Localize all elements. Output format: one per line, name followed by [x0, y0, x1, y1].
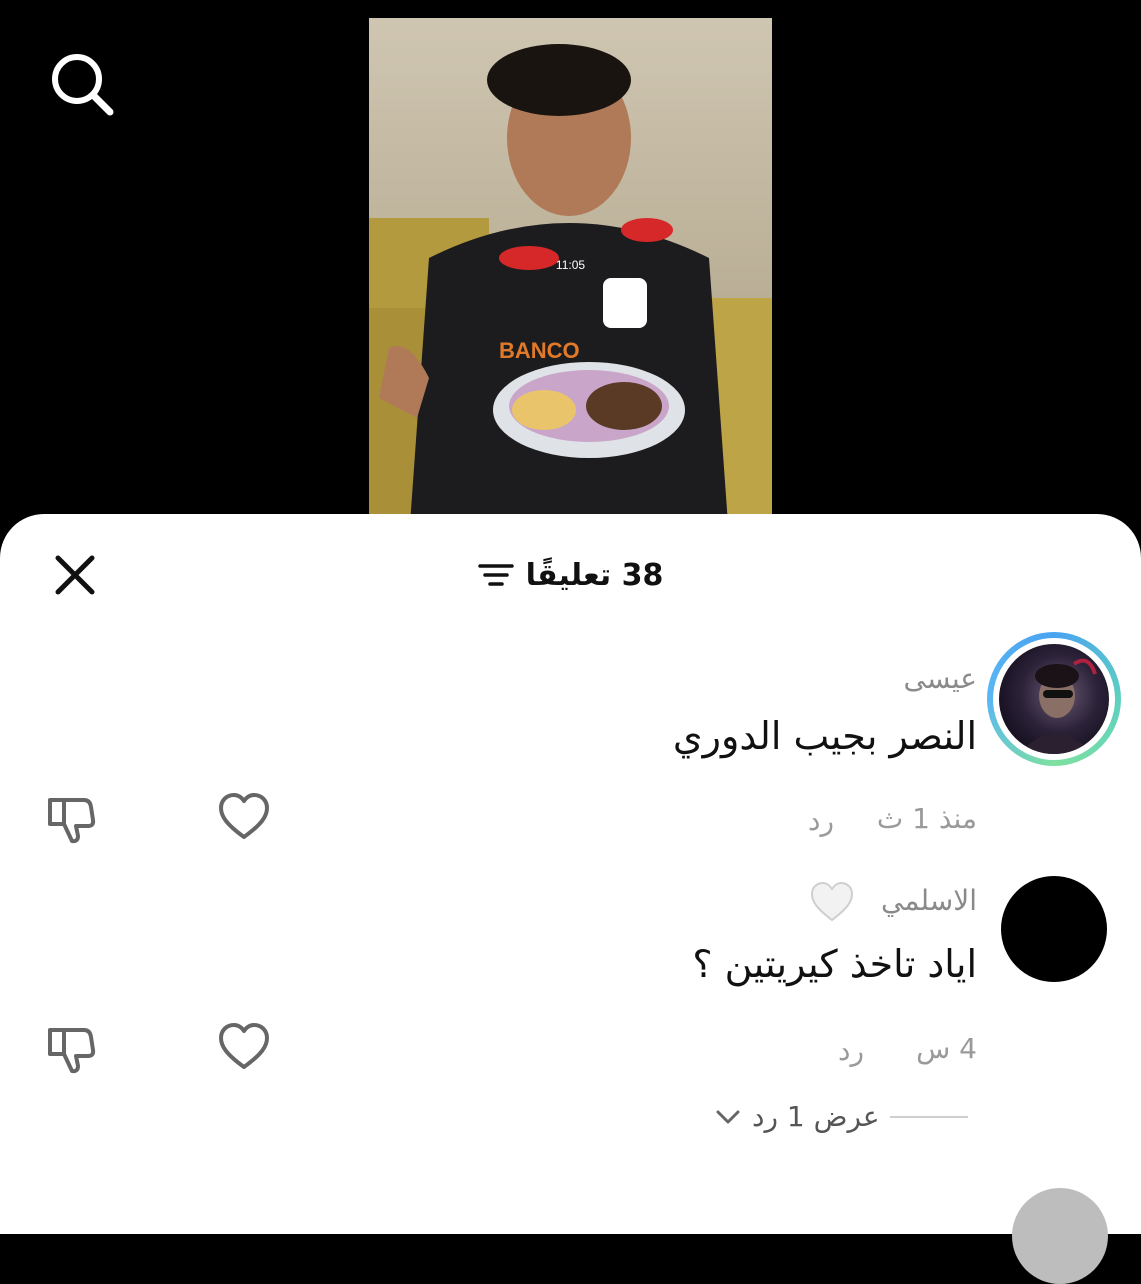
video-player[interactable]: BANCO 11:05: [369, 18, 772, 538]
comment-count: 38 تعليقًا: [525, 557, 664, 593]
comment-author[interactable]: عيسى: [904, 662, 977, 695]
view-replies-button[interactable]: عرض 1 رد: [714, 1100, 968, 1133]
like-button[interactable]: [216, 790, 272, 846]
heart-icon: [219, 1023, 269, 1069]
filter-icon[interactable]: [477, 560, 514, 590]
avatar[interactable]: [1012, 1188, 1108, 1284]
dislike-button[interactable]: [42, 1020, 98, 1076]
dislike-button[interactable]: [42, 790, 98, 846]
reply-button[interactable]: رد: [808, 804, 834, 837]
divider: [889, 1115, 968, 1118]
svg-text:BANCO: BANCO: [499, 338, 580, 363]
reply-button[interactable]: رد: [838, 1034, 864, 1067]
comment-text: النصر بجيب الدوري: [672, 714, 977, 758]
video-timestamp: 11:05: [555, 258, 586, 272]
heart-icon: [219, 793, 269, 839]
video-thumbnail: BANCO: [369, 44, 772, 538]
white-heart-icon: [810, 881, 854, 922]
like-button[interactable]: [216, 1020, 272, 1076]
comment-time: 4 س: [916, 1032, 977, 1065]
comment-text: اياد تاخذ كيريتين ؟: [692, 942, 977, 986]
comment-time: منذ 1 ث: [876, 802, 977, 835]
thumbs-down-icon: [48, 1028, 96, 1074]
thumbs-down-icon: [48, 798, 96, 844]
view-replies-label: عرض 1 رد: [752, 1100, 880, 1133]
author-liked-badge: [810, 880, 854, 924]
comments-sheet: [0, 514, 1141, 1234]
search-icon: [52, 54, 114, 116]
search-button[interactable]: [48, 50, 114, 116]
comments-header: 38 تعليقًا: [0, 552, 1141, 598]
avatar[interactable]: [987, 632, 1121, 766]
avatar[interactable]: [1001, 876, 1107, 982]
comment-author[interactable]: الاسلمي: [881, 884, 977, 917]
avatar-image: [999, 644, 1109, 754]
chevron-down-icon: [716, 1110, 740, 1123]
